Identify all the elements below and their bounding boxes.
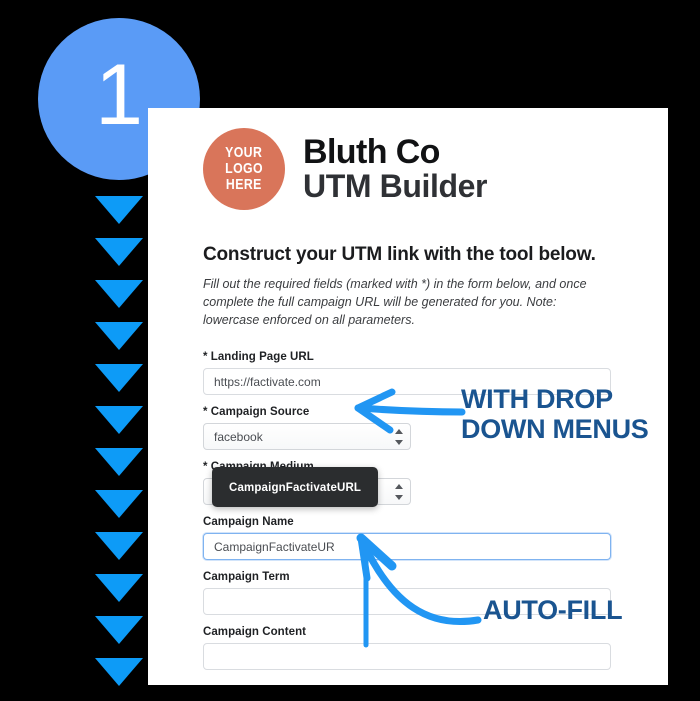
- input-campaign-name[interactable]: [203, 533, 611, 561]
- autofill-suggestion-popup[interactable]: CampaignFactivateURL: [212, 467, 379, 508]
- company-name: Bluth Co: [303, 133, 440, 172]
- annotation-dropdown-line1: WITH DROP: [461, 384, 613, 414]
- select-campaign-source[interactable]: [203, 423, 411, 451]
- down-triangle-icon: [95, 616, 143, 644]
- down-triangle-icon: [95, 574, 143, 602]
- down-triangle-icon: [95, 532, 143, 560]
- down-triangle-icon: [95, 196, 143, 224]
- page-title: Construct your UTM link with the tool be…: [203, 244, 596, 265]
- annotation-autofill: AUTO-FILL: [483, 595, 623, 625]
- page-description: Fill out the required fields (marked wit…: [203, 277, 587, 328]
- scroll-down-triangles: [94, 196, 144, 701]
- label-campaign-term: Campaign Term: [203, 571, 290, 584]
- brand-header: YOUR LOGO HERE Bluth Co UTM Builder: [203, 128, 616, 210]
- field-campaign-name: Campaign Name: [203, 516, 616, 561]
- label-landing-page-url: * Landing Page URL: [203, 351, 314, 364]
- brand-title-block: Bluth Co UTM Builder: [303, 134, 487, 204]
- annotation-dropdown: WITH DROP DOWN MENUS: [461, 384, 649, 444]
- down-triangle-icon: [95, 322, 143, 350]
- autofill-suggestion-text: CampaignFactivateURL: [229, 482, 362, 495]
- step-number: 1: [95, 47, 143, 143]
- down-triangle-icon: [95, 406, 143, 434]
- down-triangle-icon: [95, 364, 143, 392]
- logo-line-1: YOUR: [225, 143, 263, 161]
- down-triangle-icon: [95, 658, 143, 686]
- down-triangle-icon: [95, 448, 143, 476]
- input-campaign-content[interactable]: [203, 643, 611, 671]
- label-campaign-content: Campaign Content: [203, 626, 307, 639]
- logo-line-3: HERE: [226, 176, 262, 194]
- field-campaign-content: Campaign Content: [203, 626, 616, 671]
- tool-name: UTM Builder: [303, 168, 488, 205]
- annotation-dropdown-line2: DOWN MENUS: [461, 414, 649, 445]
- down-triangle-icon: [95, 490, 143, 518]
- logo-line-2: LOGO: [225, 159, 263, 177]
- down-triangle-icon: [95, 238, 143, 266]
- select-wrap-campaign-source: [203, 423, 411, 451]
- logo-placeholder-icon: YOUR LOGO HERE: [203, 128, 285, 210]
- label-campaign-name: Campaign Name: [203, 516, 294, 529]
- down-triangle-icon: [95, 280, 143, 308]
